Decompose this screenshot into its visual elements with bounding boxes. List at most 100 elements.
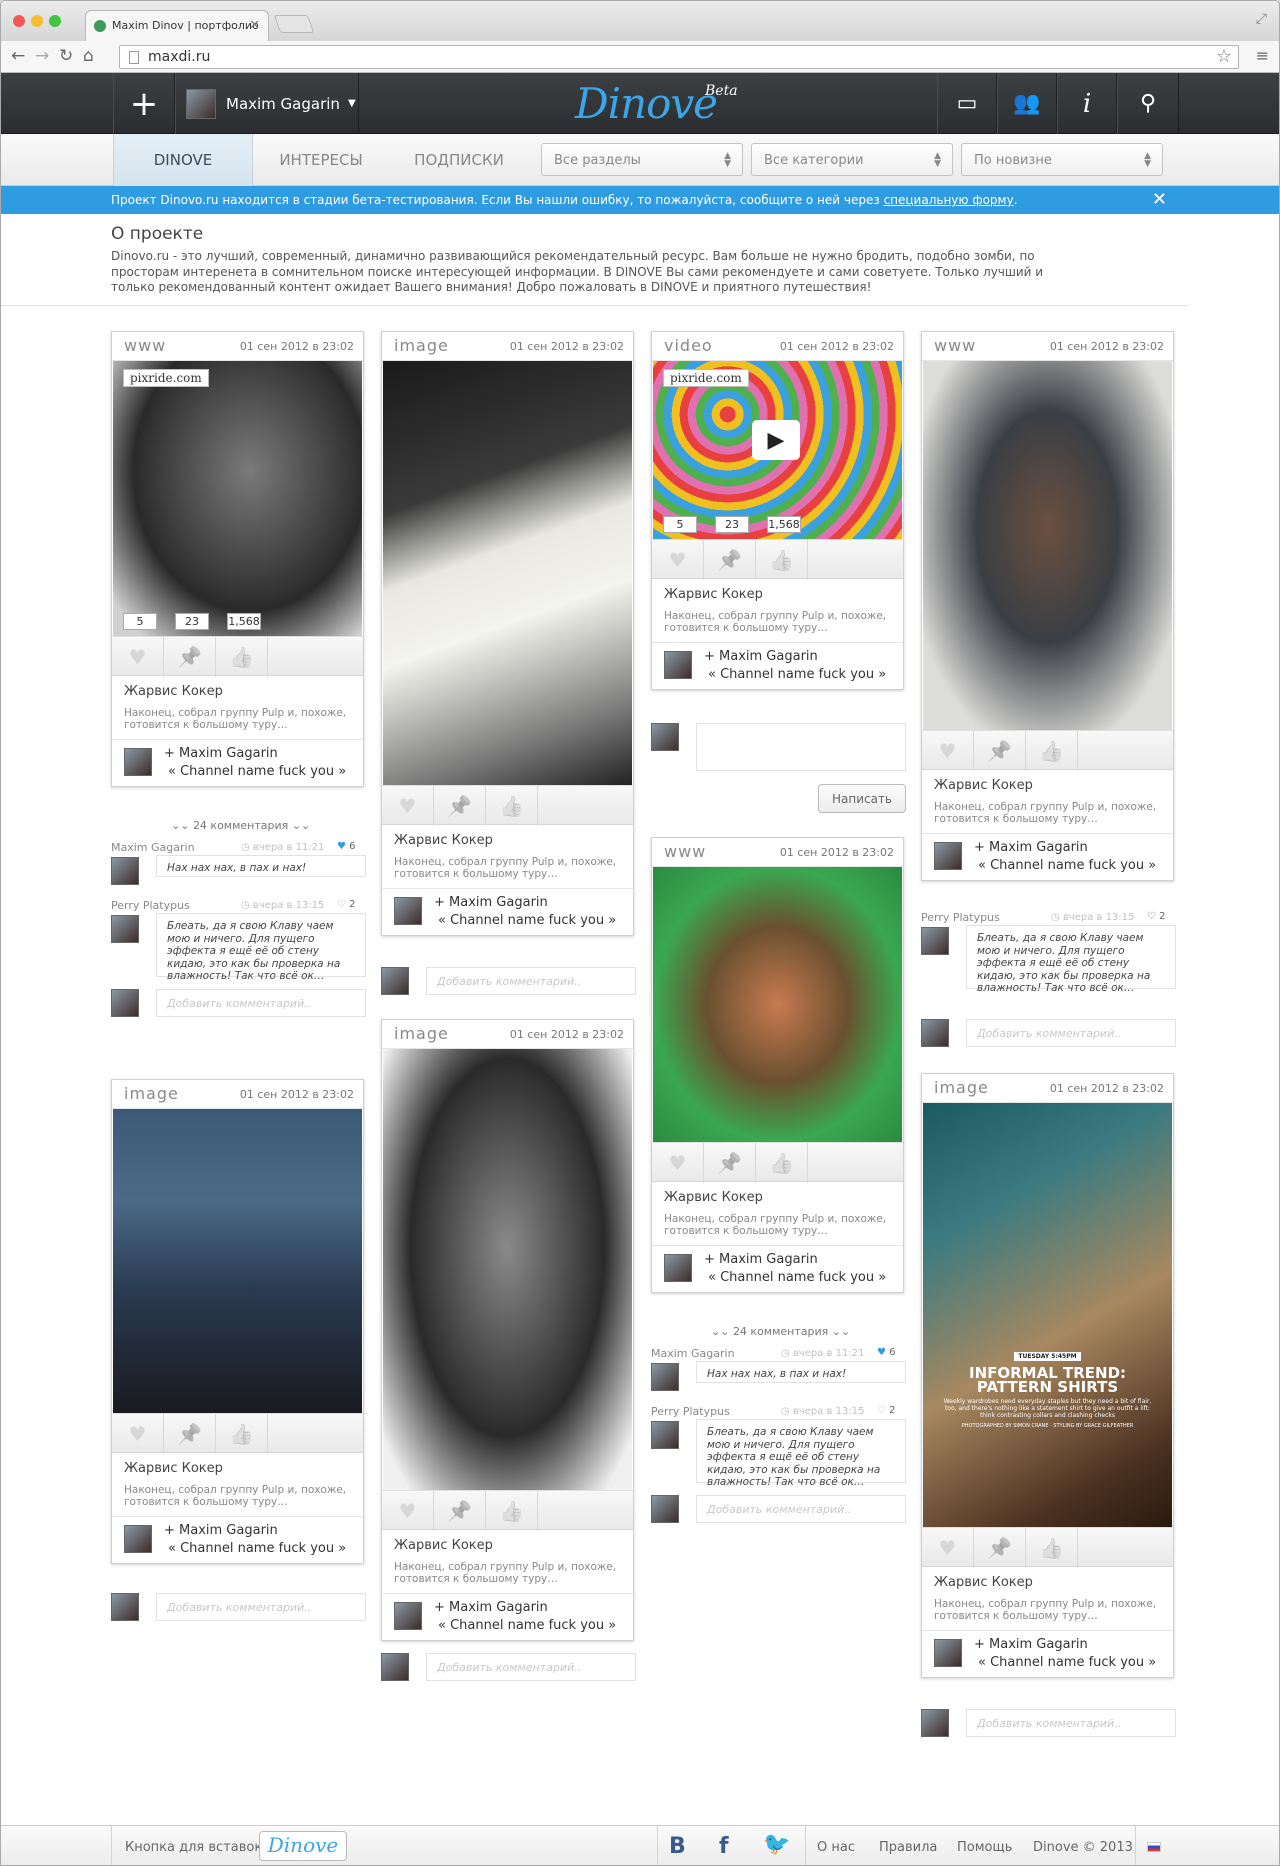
post-image[interactable]	[653, 867, 902, 1142]
channel-name[interactable]: « Channel name fuck you »	[168, 764, 346, 779]
browser-menu-icon[interactable]: ≡	[1256, 46, 1269, 65]
like-button[interactable]: ♥	[922, 1528, 974, 1568]
avatar[interactable]	[921, 927, 949, 955]
info-button[interactable]: i	[1057, 73, 1117, 134]
post-image[interactable]: TUESDAY 5:45PM INFORMAL TREND: PATTERN SH…	[923, 1103, 1172, 1527]
channel-name[interactable]: « Channel name fuck you »	[438, 1618, 616, 1633]
close-window-icon[interactable]	[13, 15, 25, 27]
avatar[interactable]	[651, 1421, 679, 1449]
reload-icon[interactable]: ↻	[59, 46, 73, 66]
search-button[interactable]: ⚲	[1117, 73, 1179, 134]
add-comment-input[interactable]: Добавить комментарий..	[696, 1495, 906, 1523]
comment-likes[interactable]: ♡ 2	[1147, 911, 1166, 922]
russian-flag-icon[interactable]	[1147, 1842, 1161, 1852]
bookmark-star-icon[interactable]: ☆	[1216, 46, 1232, 67]
pin-button[interactable]: 📌	[704, 540, 756, 580]
comment-likes[interactable]: ♡ 2	[337, 899, 356, 910]
pin-button[interactable]: 📌	[164, 1414, 216, 1454]
post-title[interactable]: Жарвис Кокер	[124, 684, 353, 699]
comment-author[interactable]: Maxim Gagarin	[651, 1347, 735, 1360]
channel-name[interactable]: « Channel name fuck you »	[978, 858, 1156, 873]
author-name[interactable]: + Maxim Gagarin	[704, 1252, 818, 1267]
avatar[interactable]	[651, 1363, 679, 1391]
post-image[interactable]	[923, 361, 1172, 730]
author-name[interactable]: + Maxim Gagarin	[974, 840, 1088, 855]
like-button[interactable]: ♥	[112, 1414, 164, 1454]
channel-name[interactable]: « Channel name fuck you »	[168, 1541, 346, 1556]
site-logo[interactable]: Dinove	[575, 79, 718, 128]
sort-select[interactable]: По новизне ▲ ▼	[961, 143, 1163, 176]
add-comment-input[interactable]: Добавить комментарий..	[156, 989, 366, 1017]
channel-name[interactable]: « Channel name fuck you »	[438, 913, 616, 928]
comments-toggle[interactable]: ⌄⌄ 24 комментария ⌄⌄	[711, 1325, 850, 1338]
post-image[interactable]	[113, 1109, 362, 1413]
channel-name[interactable]: « Channel name fuck you »	[708, 667, 886, 682]
post-title[interactable]: Жарвис Кокер	[934, 1575, 1163, 1590]
pin-button[interactable]: 📌	[974, 1528, 1026, 1568]
avatar[interactable]	[934, 842, 962, 870]
post-title[interactable]: Жарвис Кокер	[124, 1461, 353, 1476]
thumbs-up-button[interactable]: 👍	[216, 1414, 268, 1454]
thumbs-up-button[interactable]: 👍	[1026, 731, 1078, 771]
add-comment-input[interactable]: Добавить комментарий..	[966, 1019, 1176, 1047]
pin-button[interactable]: 📌	[434, 786, 486, 826]
back-icon[interactable]: ←	[11, 46, 25, 66]
add-comment-input[interactable]: Добавить комментарий..	[426, 967, 636, 995]
facebook-icon[interactable]: f	[719, 1834, 729, 1859]
play-button[interactable]: ▶	[752, 420, 800, 460]
avatar[interactable]	[124, 748, 152, 776]
tab-subscriptions[interactable]: ПОДПИСКИ	[389, 134, 529, 186]
avatar[interactable]	[124, 1525, 152, 1553]
post-image[interactable]: pixride.com ▶ 5 23 1,568	[653, 361, 902, 539]
post-title[interactable]: Жарвис Кокер	[664, 1190, 893, 1205]
post-image[interactable]	[383, 1049, 632, 1490]
author-name[interactable]: + Maxim Gagarin	[164, 1523, 278, 1538]
avatar[interactable]	[934, 1639, 962, 1667]
comments-toggle[interactable]: ⌄⌄ 24 комментария ⌄⌄	[171, 819, 310, 832]
pin-button[interactable]: 📌	[434, 1491, 486, 1531]
home-icon[interactable]: ⌂	[83, 46, 94, 66]
like-button[interactable]: ♥	[652, 1143, 704, 1183]
fullscreen-icon[interactable]: ⤢	[1256, 11, 1267, 27]
footer-link-help[interactable]: Помощь	[957, 1840, 1012, 1855]
thumbs-up-button[interactable]: 👍	[1026, 1528, 1078, 1568]
source-badge[interactable]: pixride.com	[663, 369, 749, 387]
address-bar[interactable]: maxdi.ru ☆	[119, 45, 1239, 69]
author-name[interactable]: + Maxim Gagarin	[974, 1637, 1088, 1652]
comment-author[interactable]: Maxim Gagarin	[111, 841, 195, 854]
like-button[interactable]: ♥	[382, 786, 434, 826]
maximize-window-icon[interactable]	[49, 15, 61, 27]
source-badge[interactable]: pixride.com	[123, 369, 209, 387]
tab-interests[interactable]: ИНТЕРЕСЫ	[253, 134, 389, 186]
add-comment-input[interactable]: Добавить комментарий..	[966, 1709, 1176, 1737]
like-button[interactable]: ♥	[112, 637, 164, 677]
pin-button[interactable]: 📌	[974, 731, 1026, 771]
people-button[interactable]: 👥	[997, 73, 1057, 134]
close-icon[interactable]: ✕	[1152, 189, 1167, 210]
footer-link-about[interactable]: О нас	[817, 1840, 855, 1855]
post-title[interactable]: Жарвис Кокер	[394, 833, 623, 848]
minimize-window-icon[interactable]	[31, 15, 43, 27]
avatar[interactable]	[111, 915, 139, 943]
thumbs-up-button[interactable]: 👍	[486, 786, 538, 826]
comment-author[interactable]: Perry Platypus	[111, 899, 190, 912]
avatar[interactable]	[664, 1254, 692, 1282]
post-image[interactable]: pixride.com 5 23 1,568	[113, 361, 362, 636]
post-title[interactable]: Жарвис Кокер	[934, 778, 1163, 793]
embed-logo-button[interactable]: Dinove	[259, 1831, 347, 1861]
avatar[interactable]	[394, 897, 422, 925]
channel-name[interactable]: « Channel name fuck you »	[708, 1270, 886, 1285]
post-title[interactable]: Жарвис Кокер	[394, 1538, 623, 1553]
comment-author[interactable]: Perry Platypus	[651, 1405, 730, 1418]
sections-select[interactable]: Все разделы ▲ ▼	[541, 143, 743, 176]
author-name[interactable]: + Maxim Gagarin	[434, 895, 548, 910]
close-tab-icon[interactable]: ✕	[249, 18, 260, 33]
add-post-button[interactable]: +	[113, 73, 175, 134]
avatar[interactable]	[394, 1602, 422, 1630]
avatar[interactable]	[111, 857, 139, 885]
add-comment-input[interactable]: Добавить комментарий..	[156, 1593, 366, 1621]
twitter-icon[interactable]: 🐦	[763, 1832, 790, 1857]
thumbs-up-button[interactable]: 👍	[756, 1143, 808, 1183]
avatar[interactable]	[664, 651, 692, 679]
pin-button[interactable]: 📌	[164, 637, 216, 677]
